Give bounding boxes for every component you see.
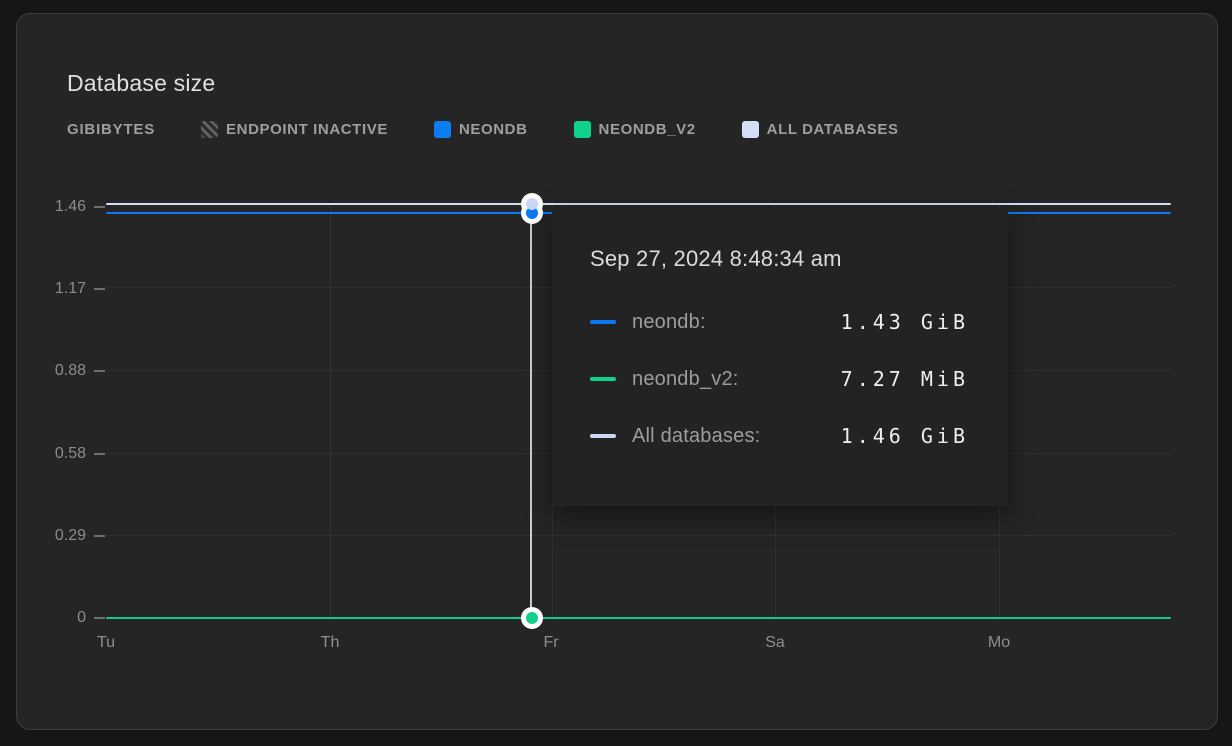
hatch-swatch-icon — [201, 121, 218, 138]
gridline — [106, 535, 1171, 536]
tooltip-row-neondb-v2: neondb_v2: 7.27 MiB — [590, 361, 969, 397]
hover-marker-dot-all-databases — [526, 198, 538, 210]
tooltip-series-label: All databases: — [632, 425, 760, 448]
x-axis-tick-label: Fr — [543, 634, 558, 652]
series-line-all-databases — [106, 203, 1171, 205]
tooltip-rows: neondb: 1.43 GiB neondb_v2: 7.27 MiB All… — [590, 304, 969, 454]
tooltip-series-label: neondb: — [632, 311, 706, 334]
legend-item-label: ALL DATABASES — [767, 121, 899, 138]
tooltip: Sep 27, 2024 8:48:34 am neondb: 1.43 GiB… — [552, 207, 1008, 506]
y-axis-tick — [94, 453, 105, 455]
y-axis-tick — [94, 206, 105, 208]
tooltip-row-neondb: neondb: 1.43 GiB — [590, 304, 969, 340]
y-axis-tick — [94, 535, 105, 537]
legend-item-label: NEONDB_V2 — [599, 121, 696, 138]
x-axis-tick-label: Th — [321, 634, 340, 652]
x-axis-tick-label: Tu — [97, 634, 115, 652]
green-swatch-icon — [574, 121, 591, 138]
tooltip-series-value: 1.46 GiB — [841, 424, 969, 448]
y-axis-tick — [94, 617, 105, 619]
legend-item-label: NEONDB — [459, 121, 528, 138]
y-axis-tick-label: 0.29 — [17, 526, 86, 546]
series-dash-icon — [590, 377, 616, 381]
y-axis-tick-label: 0.58 — [17, 444, 86, 464]
legend-item-neondb-v2[interactable]: NEONDB_V2 — [574, 121, 696, 138]
lavender-swatch-icon — [742, 121, 759, 138]
legend-item-neondb[interactable]: NEONDB — [434, 121, 528, 138]
tooltip-series-label: neondb_v2: — [632, 368, 739, 391]
legend-item-all-databases[interactable]: ALL DATABASES — [742, 121, 899, 138]
crosshair-line — [530, 203, 532, 620]
x-axis-tick-label: Sa — [765, 634, 785, 652]
series-line-neondb-v2 — [106, 617, 1171, 619]
y-axis-tick-label: 1.17 — [17, 279, 86, 299]
tooltip-timestamp: Sep 27, 2024 8:48:34 am — [590, 244, 969, 274]
chart-title: Database size — [67, 68, 215, 98]
x-axis-tick-label: Mo — [988, 634, 1010, 652]
gridline — [330, 205, 331, 618]
database-size-card: Database size GIBIBYTES ENDPOINT INACTIV… — [16, 13, 1218, 730]
tooltip-row-all-databases: All databases: 1.46 GiB — [590, 418, 969, 454]
series-dash-icon — [590, 434, 616, 438]
legend-item-endpoint-inactive[interactable]: ENDPOINT INACTIVE — [201, 121, 388, 138]
unit-label: GIBIBYTES — [67, 121, 155, 138]
y-axis-tick — [94, 370, 105, 372]
legend-item-label: ENDPOINT INACTIVE — [226, 121, 388, 138]
y-axis-tick-label: 1.46 — [17, 197, 86, 217]
y-axis-tick-label: 0 — [17, 608, 86, 628]
chart-legend: GIBIBYTES ENDPOINT INACTIVE NEONDB NEOND… — [67, 119, 899, 139]
series-dash-icon — [590, 320, 616, 324]
y-axis-tick-label: 0.88 — [17, 361, 86, 381]
tooltip-series-value: 1.43 GiB — [841, 310, 969, 334]
tooltip-series-value: 7.27 MiB — [841, 367, 969, 391]
hover-marker-dot-neondb-v2 — [526, 612, 538, 624]
y-axis-tick — [94, 288, 105, 290]
blue-swatch-icon — [434, 121, 451, 138]
